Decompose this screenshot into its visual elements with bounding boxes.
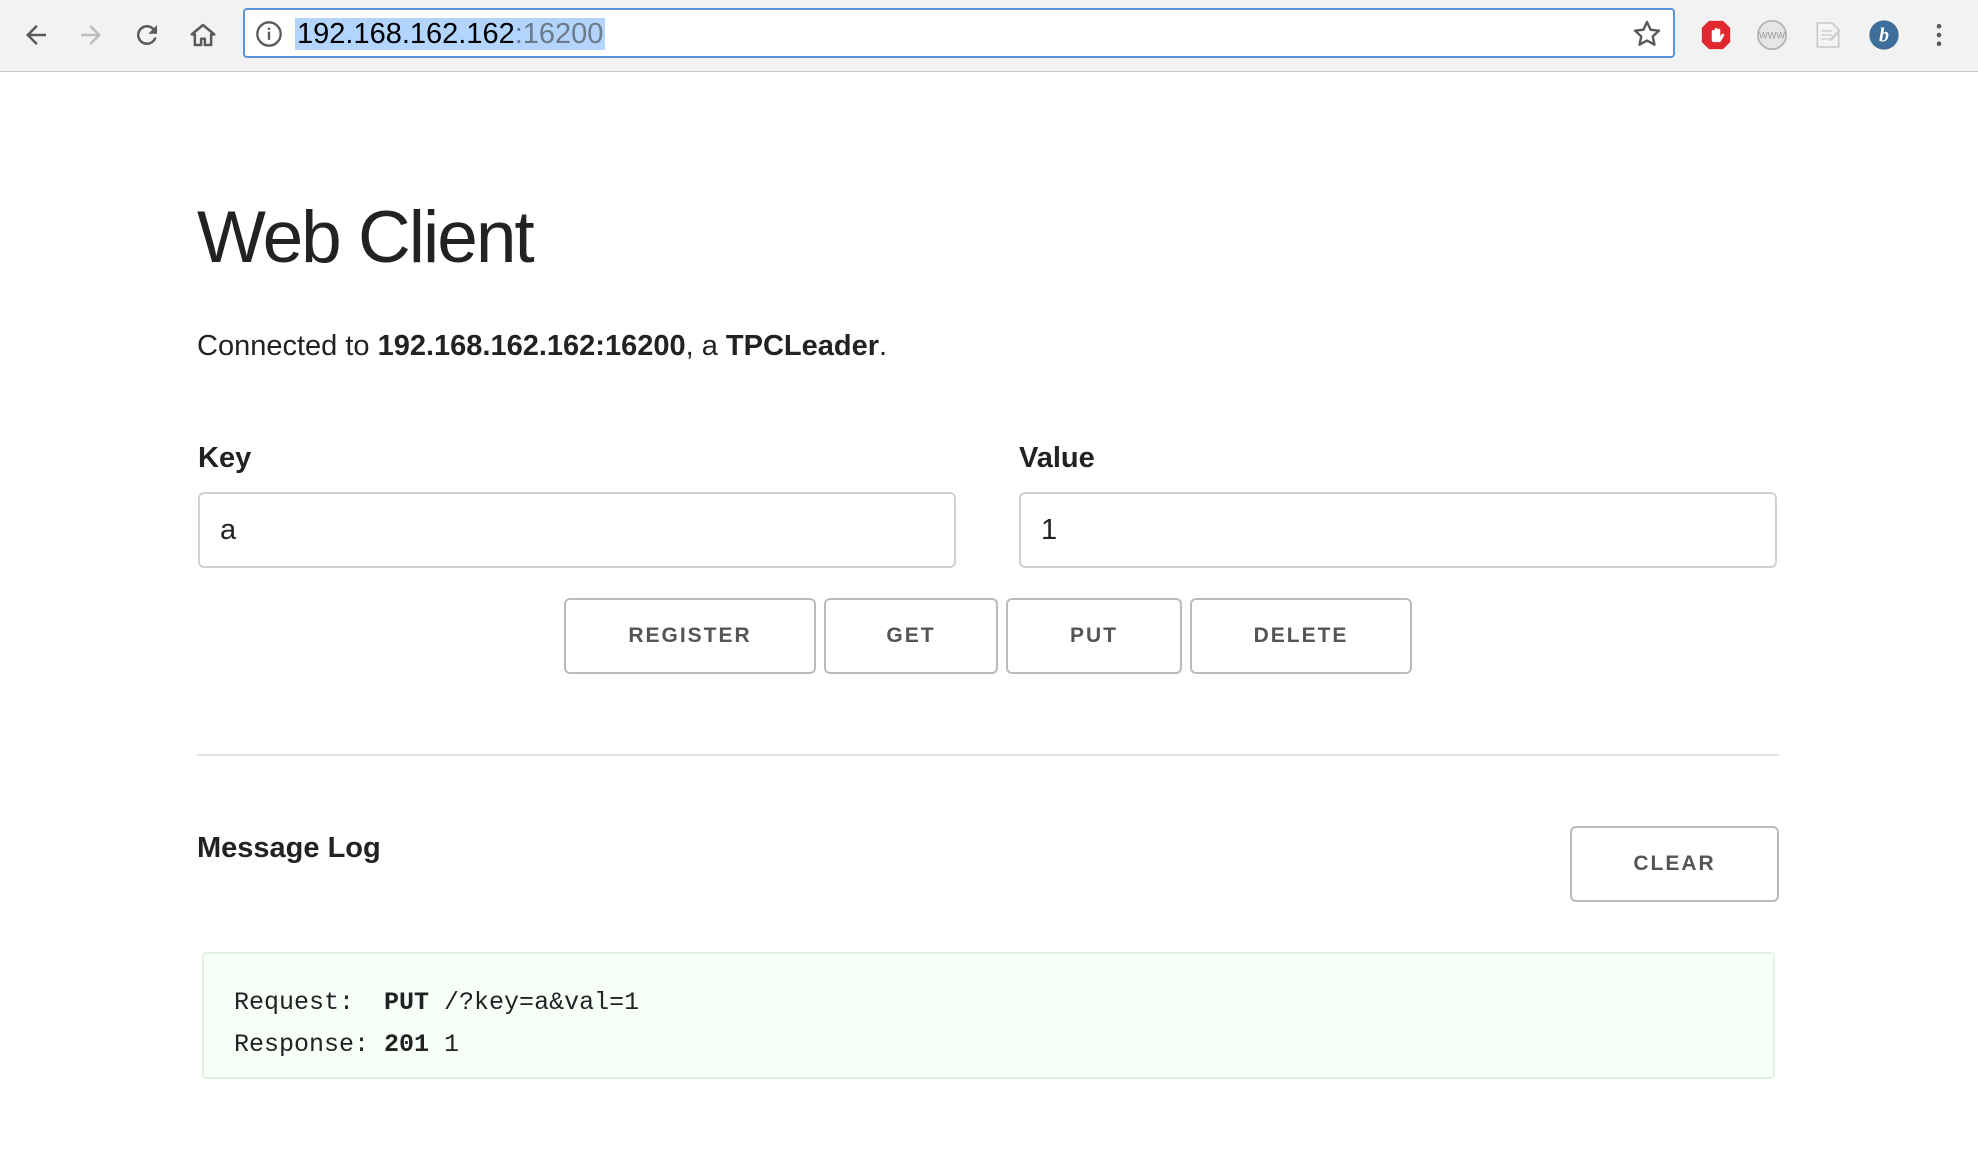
put-button[interactable]: PUT bbox=[1006, 598, 1182, 674]
svg-text:b: b bbox=[1879, 25, 1889, 47]
log-request-path: /?key=a&val=1 bbox=[429, 988, 640, 1017]
www-icon: WWW bbox=[1756, 19, 1788, 51]
delete-button[interactable]: DELETE bbox=[1190, 598, 1412, 674]
star-icon[interactable] bbox=[1631, 18, 1663, 50]
bitly-icon: b bbox=[1869, 20, 1899, 50]
url-text[interactable]: 192.168.162.162:16200 bbox=[295, 18, 606, 50]
value-input[interactable] bbox=[1019, 492, 1777, 568]
connection-mid: , a bbox=[685, 330, 726, 362]
message-log: Request: PUT /?key=a&val=1 Response: 201… bbox=[202, 952, 1775, 1079]
register-button[interactable]: REGISTER bbox=[564, 598, 816, 674]
forward-button[interactable] bbox=[69, 13, 113, 57]
connection-prefix: Connected to bbox=[197, 330, 378, 362]
connection-suffix: . bbox=[879, 330, 888, 362]
bitly-extension[interactable]: b bbox=[1866, 17, 1902, 53]
connection-role: TPCLeader bbox=[725, 330, 880, 362]
www-extension[interactable]: WWW bbox=[1754, 17, 1790, 53]
get-button[interactable]: GET bbox=[824, 598, 998, 674]
connection-status: Connected to 192.168.162.162:16200, a TP… bbox=[197, 330, 887, 363]
browser-toolbar: 192.168.162.162:16200 WWW b bbox=[0, 0, 1978, 72]
page-title: Web Client bbox=[197, 197, 535, 278]
key-label: Key bbox=[198, 442, 252, 474]
svg-text:WWW: WWW bbox=[1759, 31, 1785, 41]
message-log-title: Message Log bbox=[197, 832, 381, 864]
log-response-body: 1 bbox=[429, 1030, 460, 1059]
adblock-icon bbox=[1701, 20, 1731, 50]
note-extension[interactable] bbox=[1810, 17, 1846, 53]
log-request-line: Request: PUT /?key=a&val=1 bbox=[234, 982, 1743, 1024]
home-button[interactable] bbox=[181, 13, 225, 57]
back-button[interactable] bbox=[14, 13, 58, 57]
value-label: Value bbox=[1019, 442, 1095, 474]
log-request-method: PUT bbox=[384, 988, 430, 1017]
log-response-label: Response: bbox=[234, 1030, 385, 1059]
arrow-right-icon bbox=[81, 25, 101, 45]
note-icon bbox=[1816, 22, 1841, 48]
url-host: 192.168.162.162 bbox=[297, 18, 515, 50]
kebab-menu-icon bbox=[1936, 23, 1942, 47]
arrow-left-icon bbox=[26, 25, 46, 45]
clear-button[interactable]: CLEAR bbox=[1570, 826, 1779, 902]
home-icon bbox=[190, 23, 216, 47]
log-request-label: Request: bbox=[234, 988, 385, 1017]
reload-button[interactable] bbox=[125, 13, 169, 57]
reload-icon bbox=[136, 24, 157, 45]
connection-address: 192.168.162.162:16200 bbox=[377, 330, 686, 362]
key-input[interactable] bbox=[198, 492, 956, 568]
adblock-extension[interactable] bbox=[1698, 17, 1734, 53]
section-divider bbox=[197, 754, 1779, 756]
browser-menu-button[interactable] bbox=[1921, 17, 1957, 53]
log-response-code: 201 bbox=[384, 1030, 430, 1059]
url-port: :16200 bbox=[514, 18, 604, 50]
log-response-line: Response: 201 1 bbox=[234, 1024, 1743, 1066]
address-bar[interactable]: 192.168.162.162:16200 bbox=[243, 8, 1675, 58]
info-icon[interactable] bbox=[255, 20, 283, 48]
